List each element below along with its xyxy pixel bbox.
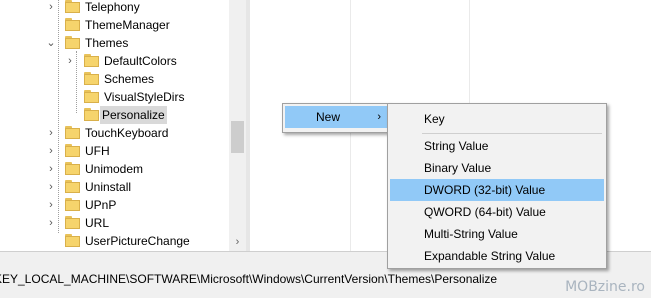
watermark: MOBzine.ro [565, 279, 645, 295]
tree-item-label: UPnP [85, 198, 117, 212]
expand-icon[interactable]: › [44, 142, 58, 160]
expand-icon[interactable]: › [44, 178, 58, 196]
menu-item-label: New [316, 110, 341, 124]
menu-item-label: Multi-String Value [424, 227, 518, 241]
menu-separator [422, 133, 602, 134]
menu-item-binary-value[interactable]: Binary Value [390, 157, 604, 179]
registry-path: KEY_LOCAL_MACHINE\SOFTWARE\Microsoft\Win… [0, 272, 498, 286]
menu-item-multi-string-value[interactable]: Multi-String Value [390, 223, 604, 245]
tree-item-url[interactable]: › URL [0, 214, 232, 232]
menu-item-label: DWORD (32-bit) Value [424, 183, 546, 197]
folder-icon [65, 36, 80, 49]
folder-icon [65, 126, 80, 139]
context-menu: New › [282, 103, 390, 133]
tree-item-label: Personalize [100, 106, 167, 124]
menu-item-label: Key [424, 112, 445, 126]
tree-item-label: TouchKeyboard [85, 126, 169, 140]
tree-item-telephony[interactable]: › Telephony [0, 0, 232, 16]
expand-icon[interactable]: › [44, 196, 58, 214]
tree-item-userpicturechange[interactable]: UserPictureChange [0, 232, 232, 250]
expand-icon[interactable]: › [63, 52, 77, 70]
menu-item-key[interactable]: Key [390, 108, 604, 130]
tree-item-thememanager[interactable]: ThemeManager [0, 16, 232, 34]
menu-item-label: QWORD (64-bit) Value [424, 205, 546, 219]
tree-item-themes[interactable]: ⌄ Themes [0, 34, 232, 52]
scroll-right-icon[interactable]: › [229, 233, 246, 251]
folder-icon [65, 180, 80, 193]
tree-item-schemes[interactable]: Schemes [0, 70, 232, 88]
folder-icon [84, 54, 99, 67]
tree-item-touchkeyboard[interactable]: › TouchKeyboard [0, 124, 232, 142]
menu-item-label: String Value [424, 139, 489, 153]
tree-item-unimodem[interactable]: › Unimodem [0, 160, 232, 178]
tree-item-upnp[interactable]: › UPnP [0, 196, 232, 214]
tree-item-label: Telephony [85, 0, 140, 14]
folder-icon [65, 18, 80, 31]
submenu-arrow-icon: › [377, 111, 381, 123]
folder-icon [65, 234, 80, 247]
tree-item-label: DefaultColors [104, 54, 177, 68]
expand-icon[interactable]: › [44, 0, 58, 16]
tree-item-label: Unimodem [85, 162, 144, 176]
new-submenu: Key String Value Binary Value DWORD (32-… [387, 103, 607, 269]
folder-icon [65, 216, 80, 229]
menu-item-string-value[interactable]: String Value [390, 135, 604, 157]
menu-item-new[interactable]: New › [285, 106, 387, 128]
tree-item-label: Themes [85, 36, 129, 50]
menu-item-label: Binary Value [424, 161, 492, 175]
expand-icon[interactable]: › [44, 214, 58, 232]
menu-item-qword-value[interactable]: QWORD (64-bit) Value [390, 201, 604, 223]
expand-icon[interactable]: › [44, 124, 58, 142]
menu-item-expandable-string-value[interactable]: Expandable String Value [390, 245, 604, 267]
menu-item-label: Expandable String Value [424, 249, 556, 263]
folder-icon [84, 108, 99, 121]
folder-icon [84, 90, 99, 103]
tree-item-visualstyledirs[interactable]: VisualStyleDirs [0, 88, 232, 106]
menu-item-dword-value[interactable]: DWORD (32-bit) Value [390, 179, 604, 201]
collapse-icon[interactable]: ⌄ [44, 34, 58, 52]
folder-icon [84, 72, 99, 85]
tree-item-label: Uninstall [85, 180, 132, 194]
scrollbar-thumb[interactable] [231, 121, 244, 153]
tree-vertical-scrollbar[interactable] [229, 0, 246, 251]
tree-item-label: URL [85, 216, 110, 230]
tree-item-uninstall[interactable]: › Uninstall [0, 178, 232, 196]
folder-icon [65, 0, 80, 13]
tree-item-label: Schemes [104, 72, 155, 86]
tree-item-label: VisualStyleDirs [104, 90, 185, 104]
folder-icon [65, 144, 80, 157]
tree-item-label: UserPictureChange [85, 234, 190, 248]
tree-item-personalize[interactable]: Personalize [0, 106, 232, 124]
expand-icon[interactable]: › [44, 160, 58, 178]
tree-item-ufh[interactable]: › UFH [0, 142, 232, 160]
tree-item-label: ThemeManager [85, 18, 170, 32]
tree-item-defaultcolors[interactable]: › DefaultColors [0, 52, 232, 70]
folder-icon [65, 162, 80, 175]
registry-tree[interactable]: › Telephony ThemeManager ⌄ Themes › Defa… [0, 0, 249, 251]
folder-icon [65, 198, 80, 211]
tree-item-label: UFH [85, 144, 110, 158]
